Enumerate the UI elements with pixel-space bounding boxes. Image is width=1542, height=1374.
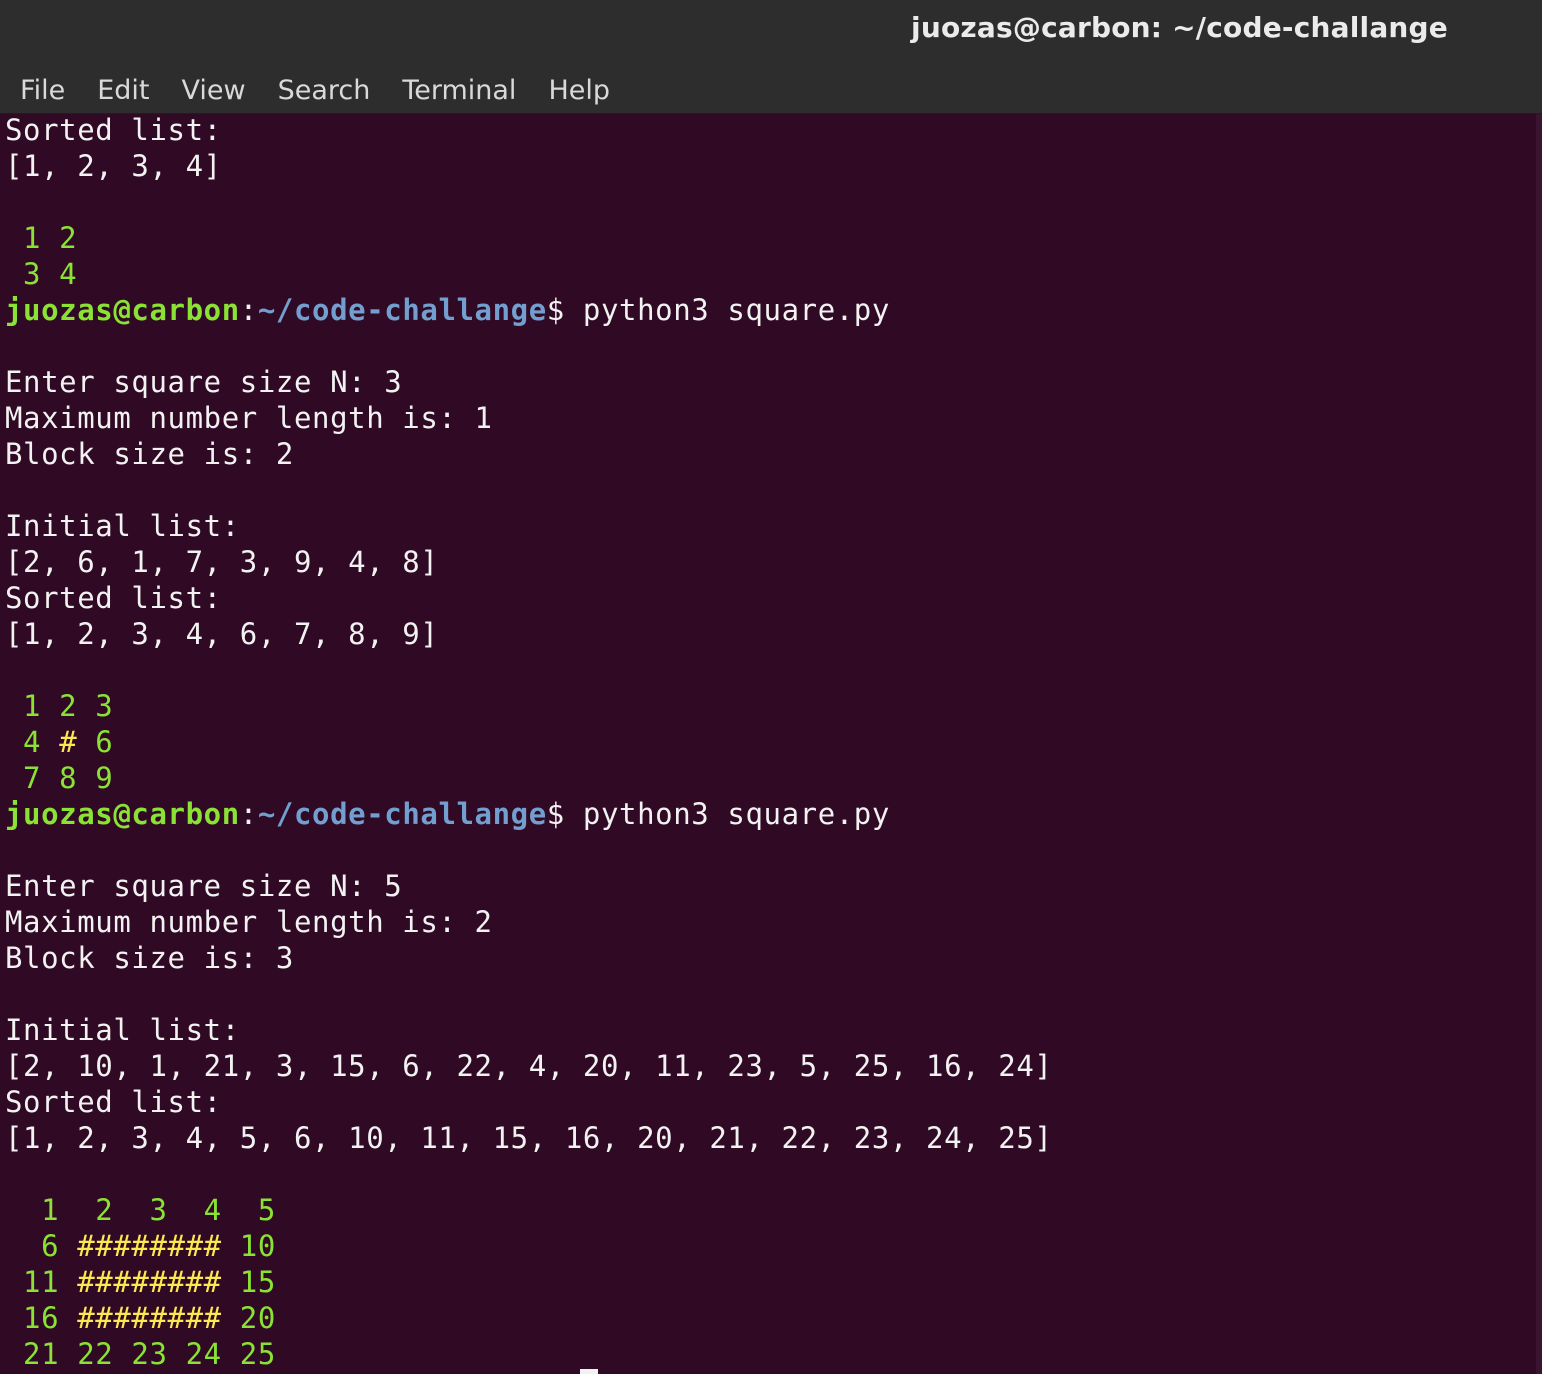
- output-line: 16 ######## 20: [5, 1300, 276, 1336]
- output-line: 3 4: [5, 256, 77, 292]
- prompt-user-host: juozas@carbon: [5, 797, 240, 831]
- output-text: Maximum number length is: 2: [5, 905, 493, 939]
- output-line: Maximum number length is: 1: [5, 400, 493, 436]
- prompt-path: ~/code-challange: [257, 797, 547, 831]
- terminal-scrollbar[interactable]: [1536, 114, 1542, 1374]
- output-text: ########: [77, 1265, 222, 1299]
- prompt-line: juozas@carbon:~/code-challange$ python3 …: [5, 292, 890, 328]
- prompt-symbol: $: [546, 797, 565, 831]
- output-text: 6: [5, 1229, 78, 1263]
- output-text: 3 4: [5, 257, 78, 291]
- output-text: Sorted list:: [5, 581, 222, 615]
- window-title: juozas@carbon: ~/code-challange: [911, 11, 1448, 44]
- output-line: 11 ######## 15: [5, 1264, 276, 1300]
- output-line: 1 2 3: [5, 688, 113, 724]
- output-text: 21 22 23 24 25: [5, 1337, 276, 1371]
- prompt-symbol: $: [546, 293, 565, 327]
- output-text: Sorted list:: [5, 1085, 222, 1119]
- output-line: 1 2 3 4 5: [5, 1192, 276, 1228]
- menu-bar: File Edit View Search Terminal Help: [4, 70, 626, 112]
- output-line: Enter square size N: 3: [5, 364, 402, 400]
- prompt-user-host: juozas@carbon: [5, 293, 240, 327]
- output-text: [1, 2, 3, 4]: [5, 149, 222, 183]
- output-line: Maximum number length is: 2: [5, 904, 493, 940]
- output-text: Block size is: 3: [5, 941, 294, 975]
- menu-file[interactable]: File: [4, 70, 81, 112]
- output-line: 1 2: [5, 220, 77, 256]
- output-text: Initial list:: [5, 509, 240, 543]
- output-text: 1 2 3: [5, 689, 114, 723]
- output-line: Block size is: 3: [5, 940, 294, 976]
- output-text: [2, 10, 1, 21, 3, 15, 6, 22, 4, 20, 11, …: [5, 1049, 1053, 1083]
- output-text: 1 2 3 4 5: [5, 1193, 276, 1227]
- output-text: 11: [5, 1265, 78, 1299]
- output-text: 6: [77, 725, 114, 759]
- output-text: [1, 2, 3, 4, 6, 7, 8, 9]: [5, 617, 439, 651]
- prompt-colon: :: [239, 797, 258, 831]
- output-line: 21 22 23 24 25: [5, 1336, 276, 1372]
- output-text: 16: [5, 1301, 78, 1335]
- menu-help[interactable]: Help: [532, 70, 626, 112]
- output-text: 1 2: [5, 221, 78, 255]
- output-line: Sorted list:: [5, 1084, 222, 1120]
- prompt-line: juozas@carbon:~/code-challange$ python3 …: [5, 796, 890, 832]
- output-text: #: [59, 725, 78, 759]
- output-line: [2, 10, 1, 21, 3, 15, 6, 22, 4, 20, 11, …: [5, 1048, 1052, 1084]
- output-text: [2, 6, 1, 7, 3, 9, 4, 8]: [5, 545, 439, 579]
- output-line: 6 ######## 10: [5, 1228, 276, 1264]
- menu-view[interactable]: View: [165, 70, 261, 112]
- prompt-path: ~/code-challange: [257, 293, 547, 327]
- output-line: 4 # 6: [5, 724, 113, 760]
- output-line: [1, 2, 3, 4, 6, 7, 8, 9]: [5, 616, 438, 652]
- output-line: Sorted list:: [5, 114, 222, 148]
- output-text: 7 8 9: [5, 761, 114, 795]
- terminal-output[interactable]: Sorted list: [1, 2, 3, 4] 1 2 3 4 juozas@c…: [5, 114, 1542, 1374]
- output-text: 20: [221, 1301, 276, 1335]
- prompt-command: python3 square.py: [564, 293, 890, 327]
- output-text: Enter square size N: 5: [5, 869, 403, 903]
- prompt-command: python3 square.py: [564, 797, 890, 831]
- menu-terminal[interactable]: Terminal: [386, 70, 532, 112]
- output-line: 7 8 9: [5, 760, 113, 796]
- output-line: [1, 2, 3, 4]: [5, 148, 222, 184]
- output-text: 10: [221, 1229, 276, 1263]
- prompt-colon: :: [239, 293, 258, 327]
- terminal-cursor: [580, 1369, 598, 1374]
- output-line: Sorted list:: [5, 580, 222, 616]
- output-text: Enter square size N: 3: [5, 365, 403, 399]
- title-bar: juozas@carbon: ~/code-challange File Edi…: [0, 0, 1542, 114]
- menu-search[interactable]: Search: [262, 70, 387, 112]
- output-text: 15: [221, 1265, 276, 1299]
- output-text: Block size is: 2: [5, 437, 294, 471]
- output-line: Block size is: 2: [5, 436, 294, 472]
- output-line: Initial list:: [5, 508, 240, 544]
- output-line: Initial list:: [5, 1012, 240, 1048]
- output-text: Initial list:: [5, 1013, 240, 1047]
- output-text: ########: [77, 1301, 222, 1335]
- menu-edit[interactable]: Edit: [81, 70, 165, 112]
- output-text: [1, 2, 3, 4, 5, 6, 10, 11, 15, 16, 20, 2…: [5, 1121, 1053, 1155]
- output-text: Sorted list:: [5, 114, 222, 147]
- output-line: [2, 6, 1, 7, 3, 9, 4, 8]: [5, 544, 438, 580]
- output-text: 4: [5, 725, 60, 759]
- output-text: ########: [77, 1229, 222, 1263]
- output-line: [1, 2, 3, 4, 5, 6, 10, 11, 15, 16, 20, 2…: [5, 1120, 1052, 1156]
- output-text: Maximum number length is: 1: [5, 401, 493, 435]
- output-line: Enter square size N: 5: [5, 868, 402, 904]
